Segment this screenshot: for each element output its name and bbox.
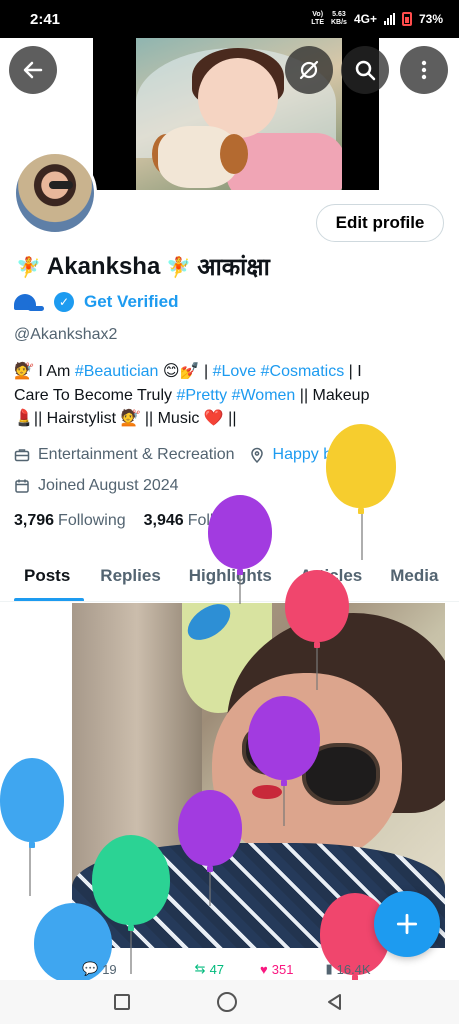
calendar-icon	[14, 478, 30, 494]
back-button[interactable]	[9, 46, 57, 94]
more-vertical-icon	[421, 60, 427, 80]
recents-icon[interactable]	[113, 994, 130, 1010]
like-button[interactable]: ♥ 351	[260, 962, 293, 977]
signal-icon	[383, 13, 395, 25]
bio-emojis: 😊💅	[162, 363, 200, 380]
briefcase-icon	[14, 447, 30, 463]
bio-separator: |	[203, 363, 209, 380]
verified-badge-icon: ✓	[54, 292, 74, 312]
dog-ear-shape	[220, 134, 248, 174]
home-icon[interactable]	[217, 992, 238, 1012]
back-icon[interactable]	[325, 992, 345, 1012]
eye-slash-icon	[299, 60, 319, 80]
retweet-button[interactable]: ⇆ 47	[195, 961, 224, 977]
speed-value: 5.63	[332, 11, 346, 18]
lips-shape	[252, 785, 282, 799]
hashtag-link[interactable]: #Pretty	[176, 387, 227, 404]
get-verified-row[interactable]: ✓ Get Verified	[14, 292, 178, 312]
hashtag-link[interactable]: #Love	[213, 363, 257, 380]
location-pin-icon	[249, 447, 265, 463]
edit-profile-button[interactable]: Edit profile	[316, 204, 444, 242]
tab-replies[interactable]: Replies	[84, 556, 174, 601]
speed-unit: KB/s	[331, 19, 347, 26]
yellow-balloon	[326, 424, 396, 514]
mute-button[interactable]	[285, 46, 333, 94]
views-button[interactable]: ▮ 16.4K	[325, 961, 370, 977]
purple-balloon	[248, 696, 320, 786]
hashtag-link[interactable]: #Beautician	[75, 363, 159, 380]
avatar-glasses-shape	[49, 181, 73, 189]
tab-media[interactable]: Media	[376, 556, 452, 601]
purple-balloon	[178, 790, 242, 872]
status-icons: Vo) LTE 5.63 KB/s 4G+ 73%	[311, 11, 443, 27]
following-count: 3,796	[14, 512, 55, 529]
followers-count: 3,946	[143, 512, 184, 529]
green-balloon	[92, 835, 170, 931]
balloon-string	[361, 508, 363, 560]
bio-text: | I	[348, 363, 362, 380]
status-bar: 2:41 Vo) LTE 5.63 KB/s 4G+ 73%	[0, 0, 459, 38]
balloon-string	[316, 642, 318, 690]
retweet-icon: ⇆	[194, 961, 206, 976]
battery-level: 73%	[418, 12, 443, 26]
hashtag-link[interactable]: #Women	[232, 387, 296, 404]
cap-icon	[14, 292, 44, 312]
bio-text: 💇 I Am	[14, 363, 71, 380]
system-nav-bar	[0, 980, 459, 1024]
hashtag-link[interactable]: #Cosmatics	[261, 363, 345, 380]
tab-posts[interactable]: Posts	[0, 556, 85, 601]
name-hindi: आकांक्षा	[197, 254, 270, 281]
fairy-emoji: 🧚	[16, 254, 41, 279]
balloon-string	[29, 842, 31, 896]
status-time: 2:41	[30, 10, 61, 28]
name-text: Akanksha	[46, 252, 161, 280]
arrow-left-icon	[23, 61, 43, 79]
battery-icon	[401, 12, 412, 26]
view-count: 16.4K	[336, 961, 371, 977]
reply-icon: 💬	[82, 961, 99, 976]
following-label: Following	[58, 512, 126, 529]
blue-balloon	[0, 758, 64, 848]
balloon-string	[209, 866, 211, 906]
reply-button[interactable]: 💬 19	[82, 961, 117, 977]
more-button[interactable]	[400, 46, 448, 94]
purple-balloon	[208, 495, 272, 575]
compose-button[interactable]	[374, 891, 440, 957]
joined-row: Joined August 2024	[14, 477, 179, 495]
post-actions: 💬 19 ⇆ 47 ♥ 351 ▮ 16.4K	[72, 958, 452, 980]
plus-icon	[396, 913, 418, 935]
network-type: 4G+	[353, 12, 377, 26]
retweet-count: 47	[209, 961, 225, 977]
following-link[interactable]: 3,796 Following	[14, 512, 126, 530]
volte-bottom: LTE	[311, 19, 324, 26]
joined-date: Joined August 2024	[38, 477, 179, 494]
get-verified-link[interactable]: Get Verified	[84, 292, 178, 312]
fairy-emoji: 🧚	[166, 254, 192, 279]
bar-chart-icon: ▮	[325, 961, 333, 976]
reply-count: 19	[102, 961, 117, 977]
profile-category: Entertainment & Recreation	[38, 446, 235, 463]
bio-text: 💄|| Hairstylist 💇 || Music ❤️ ||	[14, 410, 237, 427]
search-icon	[355, 60, 376, 81]
bio-text: Care To Become Truly	[14, 386, 172, 404]
like-count: 351	[271, 961, 294, 977]
volte-top: Vo)	[312, 11, 324, 18]
heart-icon: ♥	[260, 961, 268, 977]
profile-bio: 💇 I Am #Beautician 😊💅 | #Love #Cosmatics…	[14, 360, 434, 431]
avatar[interactable]	[13, 151, 97, 235]
bio-text: || Makeup	[299, 386, 370, 404]
net-speed: 5.63 KB/s	[331, 11, 347, 27]
balloon-string	[283, 780, 285, 826]
volte-indicator: Vo) LTE	[311, 11, 324, 27]
user-handle: @Akankshax2	[14, 326, 118, 343]
search-button[interactable]	[341, 46, 389, 94]
red-balloon	[285, 570, 349, 648]
display-name: 🧚 Akanksha 🧚 आकांक्षा	[16, 250, 270, 283]
